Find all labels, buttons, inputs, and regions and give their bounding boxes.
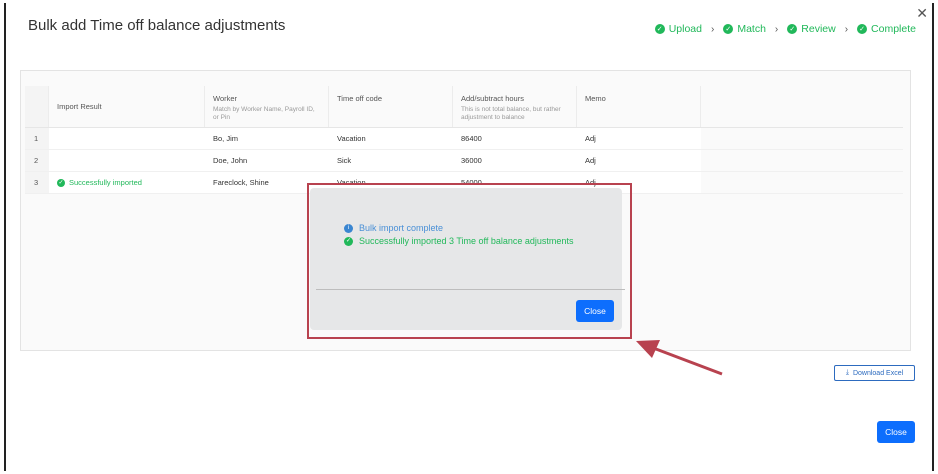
grid-empty-area [701, 128, 903, 149]
grid-empty-area [701, 172, 903, 193]
cell-code[interactable]: Sick [329, 150, 453, 171]
col-header-time-off-code: Time off code [329, 86, 453, 127]
close-icon[interactable]: ✕ [916, 5, 928, 22]
step-upload: ✓ Upload [654, 23, 702, 35]
check-icon: ✓ [787, 24, 798, 34]
close-button[interactable]: Close [877, 421, 915, 443]
cell-result: ✓ Successfully imported [57, 178, 142, 187]
dialog-title: Bulk add Time off balance adjustments [28, 17, 286, 34]
step-match: ✓ Match [723, 23, 766, 35]
row-number: 2 [25, 150, 49, 171]
check-icon: ✓ [857, 24, 868, 34]
check-circle-icon: ✓ [57, 178, 65, 187]
check-circle-icon: ✓ [344, 237, 353, 246]
row-number: 3 [25, 172, 49, 193]
cell-result [49, 128, 205, 149]
chevron-right-icon: › [844, 23, 849, 35]
cell-code[interactable]: Vacation [329, 128, 453, 149]
chevron-right-icon: › [774, 23, 779, 35]
success-message: ✓ Successfully imported 3 Time off balanc… [344, 236, 574, 246]
grid-empty-area [701, 86, 903, 127]
cell-memo[interactable]: Adj [577, 128, 701, 149]
check-icon: ✓ [654, 24, 665, 34]
cell-result [49, 150, 205, 171]
cell-hours[interactable]: 36000 [453, 150, 577, 171]
grid-header: Import Result Worker Match by Worker Name… [25, 86, 903, 128]
cell-worker[interactable]: Doe, John [205, 150, 329, 171]
grid-empty-area [701, 150, 903, 171]
table-row[interactable]: 1 Bo, Jim Vacation 86400 Adj [25, 128, 903, 150]
col-header-memo: Memo [577, 86, 701, 127]
cell-worker[interactable]: Bo, Jim [205, 128, 329, 149]
col-header-import-result: Import Result [49, 86, 205, 127]
col-header-hours: Add/subtract hours This is not total bala… [453, 86, 577, 127]
download-icon: ⤓ [845, 369, 849, 376]
cell-memo[interactable]: Adj [577, 150, 701, 171]
step-complete: ✓ Complete [857, 23, 916, 35]
table-row[interactable]: 2 Doe, John Sick 36000 Adj [25, 150, 903, 172]
info-icon: i [344, 224, 353, 233]
popup-divider [316, 289, 625, 290]
popup-close-button[interactable]: Close [576, 300, 614, 322]
row-number: 1 [25, 128, 49, 149]
download-excel-button[interactable]: ⤓ Download Excel [834, 365, 915, 381]
annotation-arrow-icon [636, 340, 723, 376]
check-icon: ✓ [723, 24, 734, 34]
popup-messages: i Bulk import complete ✓ Successfully impo… [344, 222, 573, 248]
cell-hours[interactable]: 86400 [453, 128, 577, 149]
chevron-right-icon: › [710, 23, 715, 35]
info-message: i Bulk import complete [344, 222, 573, 235]
step-review: ✓ Review [787, 23, 836, 35]
col-header-worker: Worker Match by Worker Name, Payroll ID, … [205, 86, 329, 127]
import-grid: Import Result Worker Match by Worker Name… [25, 86, 903, 194]
wizard-steps: ✓ Upload › ✓ Match › ✓ Review › ✓ Complete [654, 23, 916, 35]
row-number-header [25, 86, 49, 127]
